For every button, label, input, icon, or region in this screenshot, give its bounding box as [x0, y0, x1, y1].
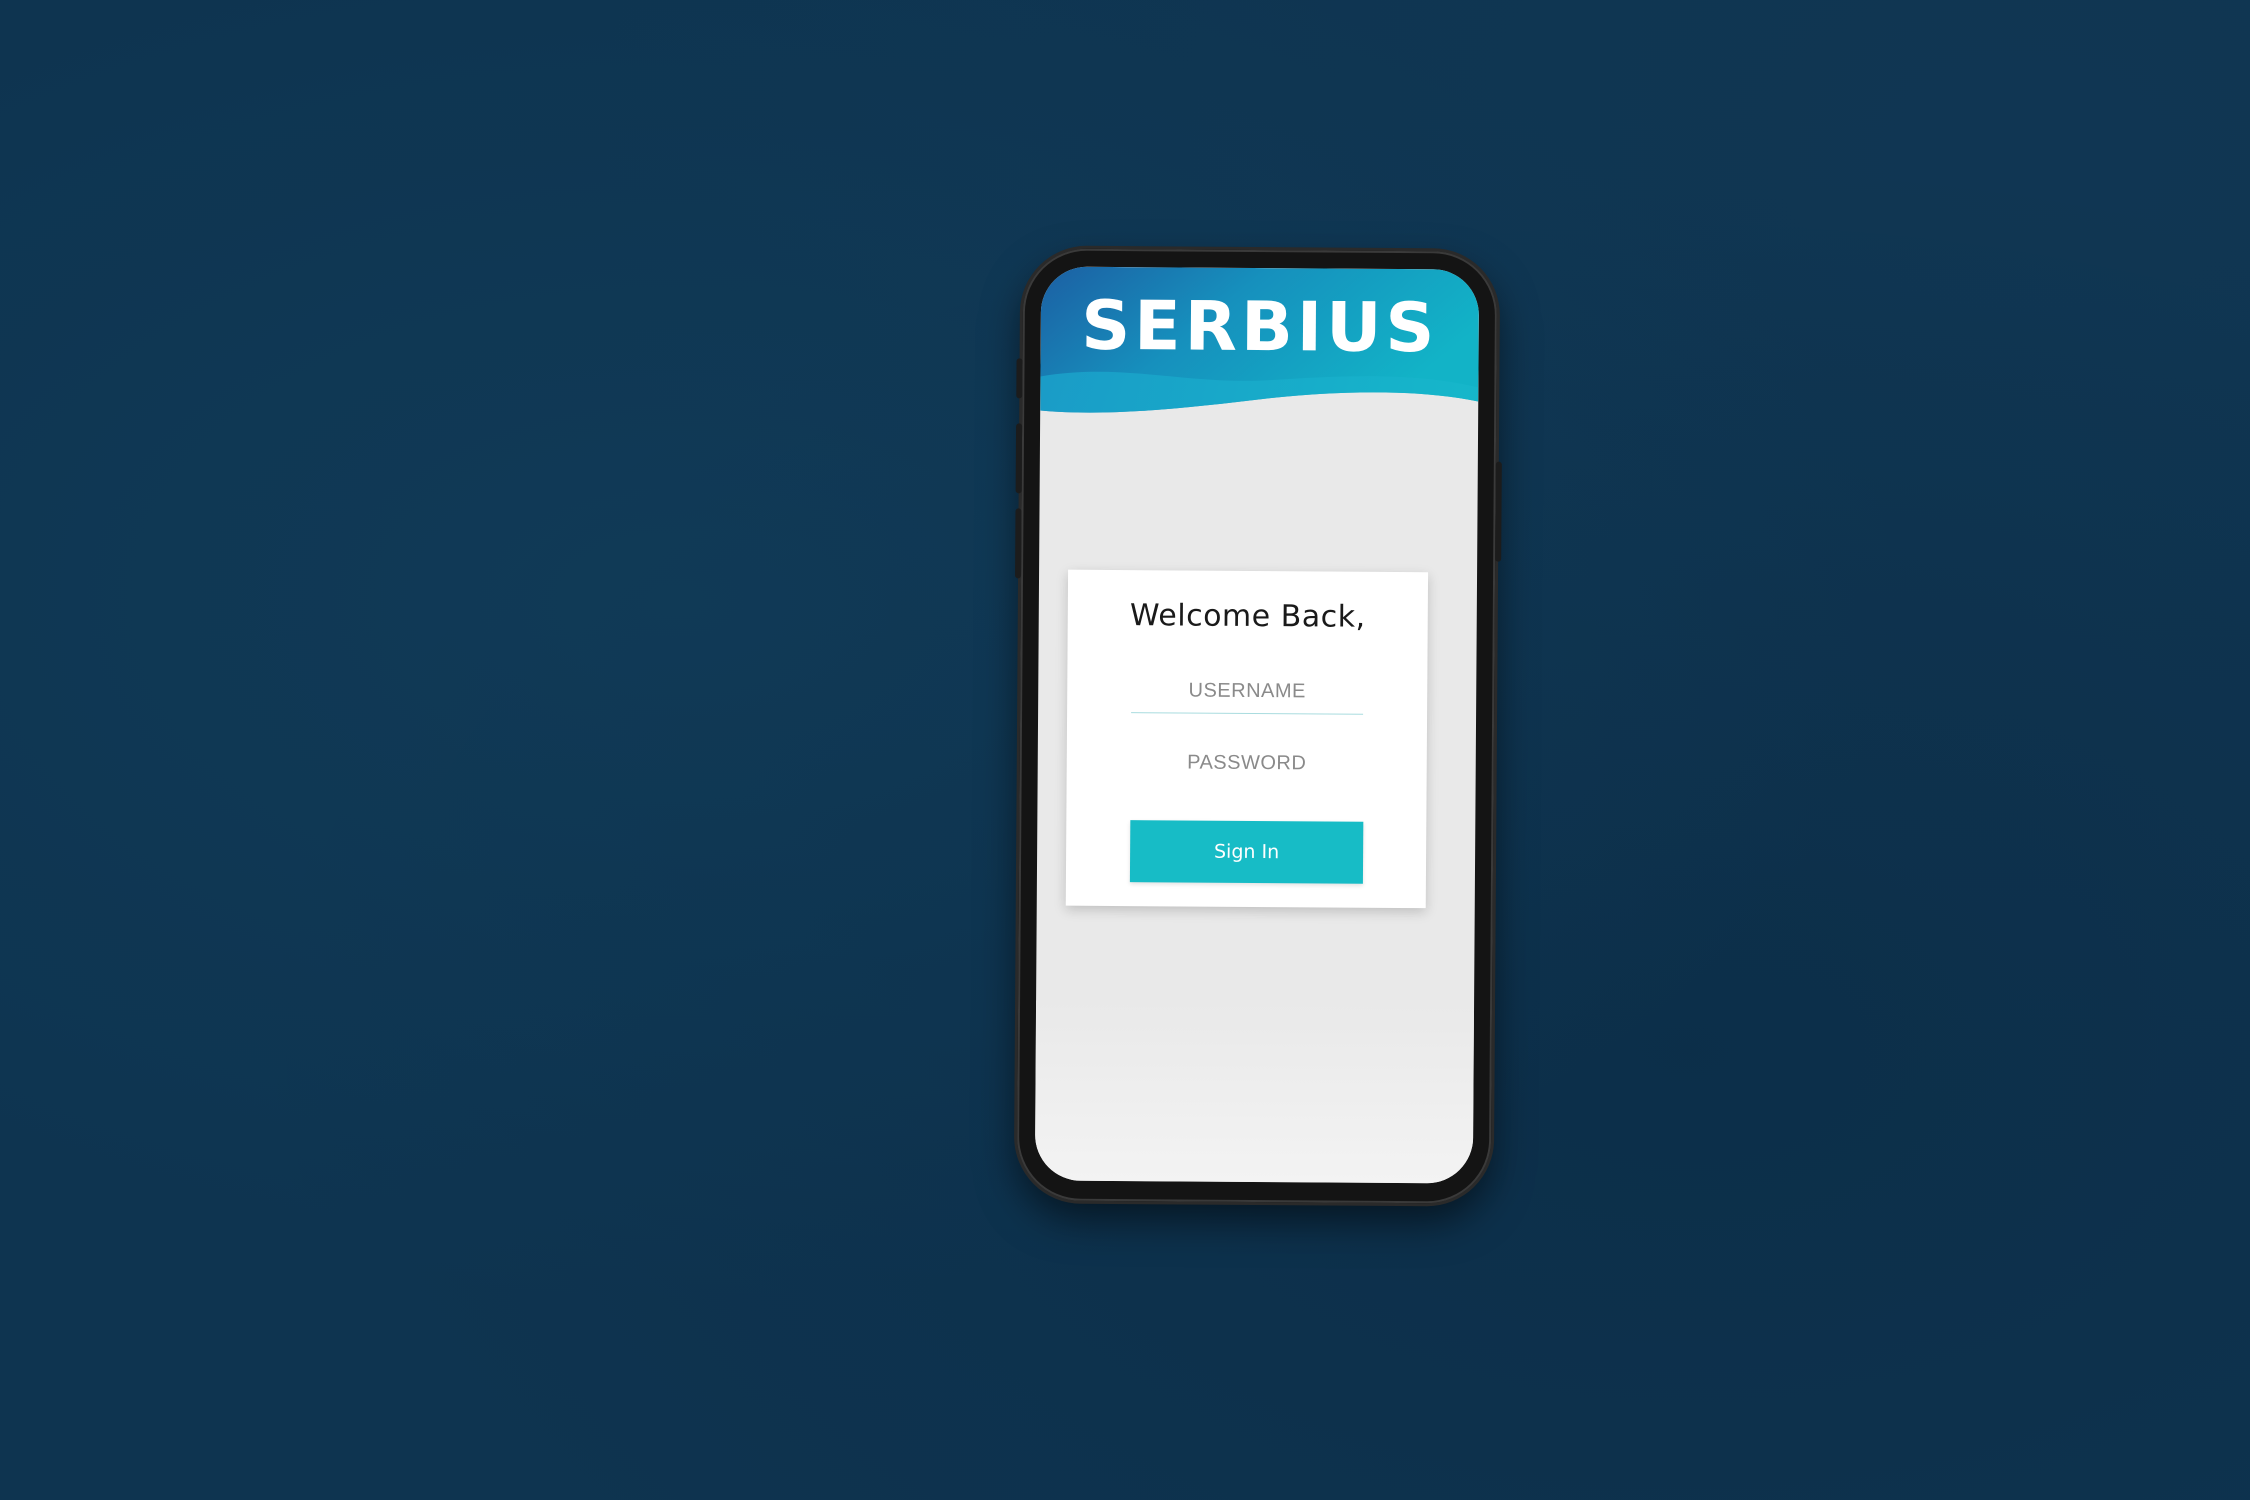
welcome-heading: Welcome Back,	[1129, 598, 1366, 635]
login-card: Welcome Back, Sign In	[1065, 569, 1429, 909]
sign-in-button[interactable]: Sign In	[1129, 820, 1364, 884]
password-input[interactable]	[1130, 740, 1363, 786]
power-button	[1495, 461, 1502, 562]
username-input[interactable]	[1131, 668, 1364, 715]
serbius-logo: SERBIUS	[1080, 286, 1439, 369]
app-header: SERBIUS	[1040, 266, 1480, 429]
smartphone: SERBIUS Welcome Back, Sign In	[1015, 248, 1502, 1204]
screen-background	[1034, 1000, 1475, 1184]
phone-screen: SERBIUS Welcome Back, Sign In	[1034, 266, 1480, 1184]
volume-up-button	[1015, 423, 1023, 494]
mute-switch	[1016, 358, 1023, 399]
volume-down-button	[1015, 508, 1022, 579]
